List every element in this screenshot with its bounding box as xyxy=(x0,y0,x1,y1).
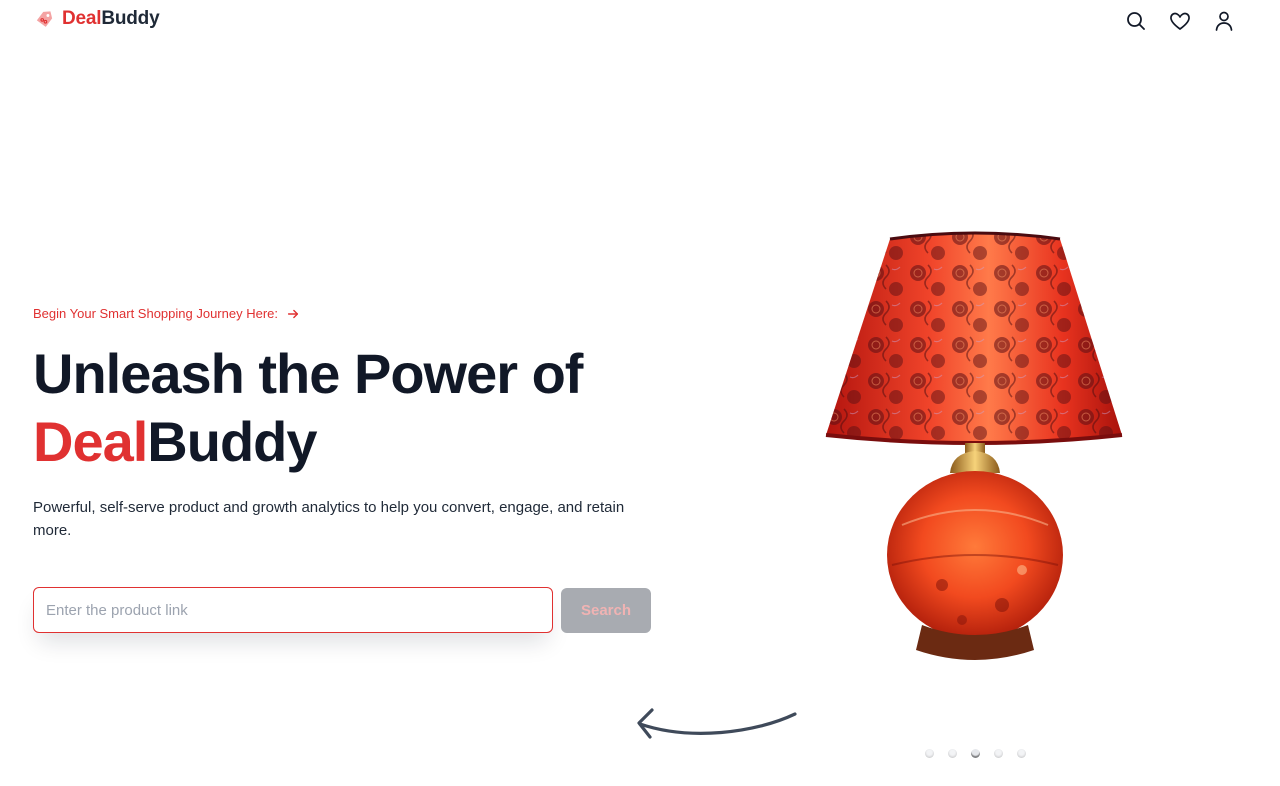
headline-line-1: Unleash the Power of xyxy=(33,342,583,405)
carousel-dot[interactable] xyxy=(1017,749,1026,758)
search-icon[interactable] xyxy=(1124,9,1148,33)
headline-brand-deal: Deal xyxy=(33,410,148,473)
user-icon[interactable] xyxy=(1212,9,1236,33)
carousel-dots xyxy=(925,749,1026,758)
carousel-dot[interactable] xyxy=(994,749,1003,758)
curved-arrow-icon xyxy=(637,708,797,739)
heart-icon[interactable] xyxy=(1168,9,1192,33)
hero-headline: Unleash the Power of DealBuddy xyxy=(33,340,673,476)
brand-name-buddy: Buddy xyxy=(101,8,160,29)
hero-eyebrow[interactable]: Begin Your Smart Shopping Journey Here: xyxy=(33,306,300,321)
hero-subtitle: Powerful, self-serve product and growth … xyxy=(33,499,625,539)
lamp-product-image xyxy=(825,231,1123,660)
product-link-field xyxy=(33,587,553,633)
carousel-dot[interactable] xyxy=(948,749,957,758)
search-button[interactable]: Search xyxy=(561,588,651,633)
tag-icon xyxy=(36,11,53,27)
carousel-dot-active[interactable] xyxy=(971,749,980,758)
brand-name: DealBuddy xyxy=(62,8,160,30)
brand-logo[interactable]: DealBuddy xyxy=(34,8,160,30)
arrow-right-icon xyxy=(287,309,299,318)
brand-name-deal: Deal xyxy=(62,8,102,29)
top-navbar: DealBuddy xyxy=(0,0,1280,40)
nav-icons xyxy=(1124,9,1236,33)
hero-eyebrow-text: Begin Your Smart Shopping Journey Here: xyxy=(33,306,278,321)
product-link-input[interactable] xyxy=(34,588,552,632)
headline-brand-buddy: Buddy xyxy=(147,410,317,473)
carousel-dot[interactable] xyxy=(925,749,934,758)
